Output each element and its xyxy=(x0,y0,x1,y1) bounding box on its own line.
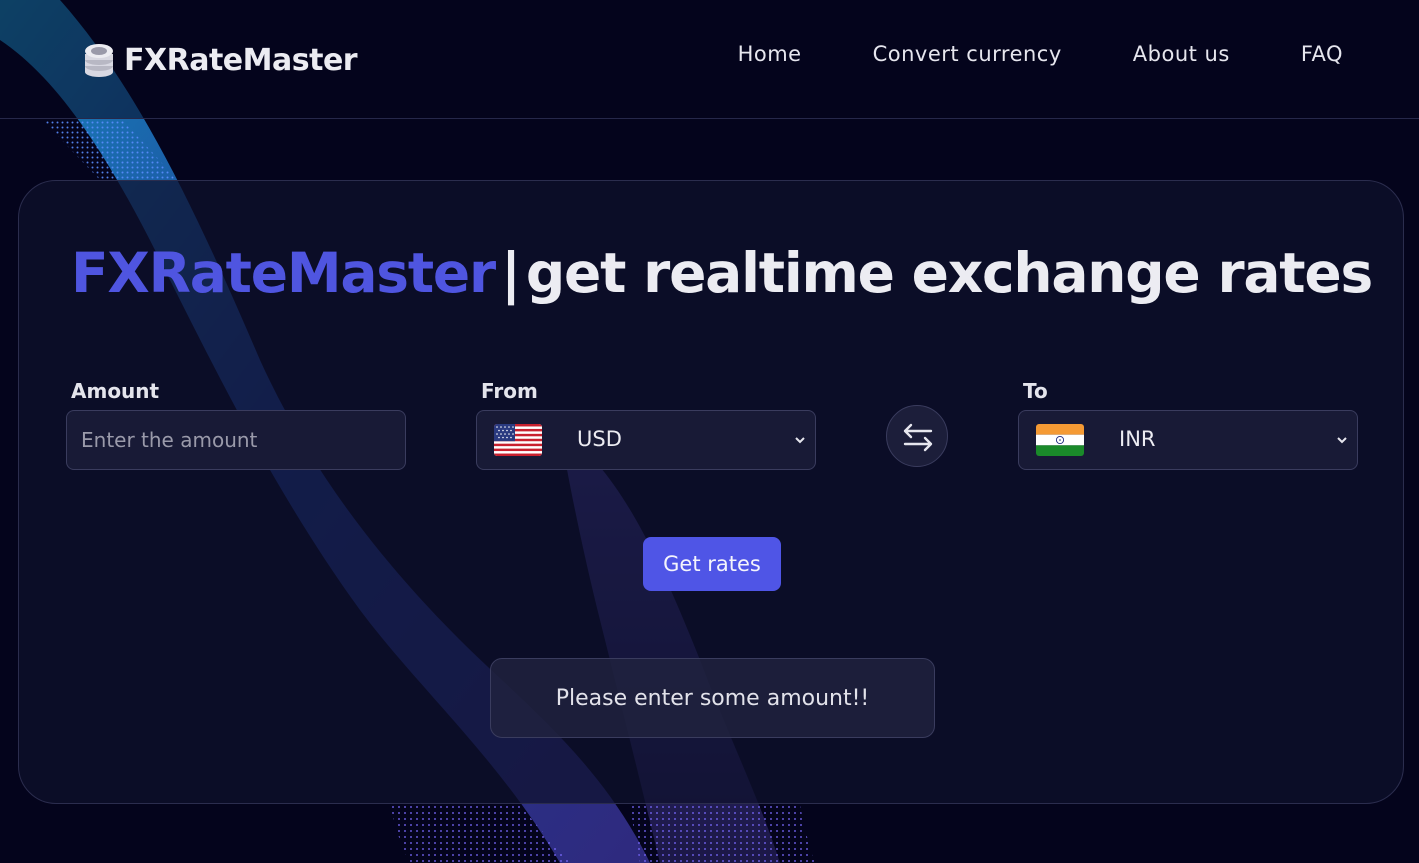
nav-home[interactable]: Home xyxy=(738,42,802,66)
from-label: From xyxy=(481,379,538,403)
to-currency-select[interactable]: INR xyxy=(1018,410,1358,470)
nav-about-us[interactable]: About us xyxy=(1133,42,1230,66)
swap-arrows-icon xyxy=(903,423,933,452)
chevron-down-icon xyxy=(1337,437,1347,444)
main-nav: Home Convert currency About us FAQ xyxy=(738,42,1343,66)
coins-stack-icon xyxy=(85,44,113,77)
to-currency-value: INR xyxy=(1119,427,1156,451)
amount-field xyxy=(66,410,406,470)
amount-input[interactable] xyxy=(67,411,405,469)
top-nav-bar: FXRateMaster Home Convert currency About… xyxy=(0,0,1419,119)
title-brand: FXRateMaster xyxy=(71,241,496,305)
to-label: To xyxy=(1023,379,1048,403)
from-currency-value: USD xyxy=(577,427,622,451)
nav-faq[interactable]: FAQ xyxy=(1301,42,1343,66)
title-tagline: get realtime exchange rates xyxy=(525,241,1373,305)
chevron-down-icon xyxy=(795,437,805,444)
page-title: FXRateMaster | get realtime exchange rates xyxy=(71,241,1373,305)
get-rates-button[interactable]: Get rates xyxy=(643,537,781,591)
nav-convert-currency[interactable]: Convert currency xyxy=(873,42,1062,66)
page: FXRateMaster Home Convert currency About… xyxy=(0,0,1419,863)
amount-label: Amount xyxy=(71,379,160,403)
converter-card: FXRateMaster | get realtime exchange rates… xyxy=(18,180,1404,804)
from-currency-select[interactable]: USD xyxy=(476,410,816,470)
swap-currencies-button[interactable] xyxy=(886,405,948,467)
india-flag-icon xyxy=(1036,424,1084,456)
us-flag-icon xyxy=(494,424,542,456)
title-separator: | xyxy=(500,241,521,305)
logo[interactable]: FXRateMaster xyxy=(82,38,358,82)
brand-name: FXRateMaster xyxy=(124,42,358,78)
status-message: Please enter some amount!! xyxy=(490,658,935,738)
